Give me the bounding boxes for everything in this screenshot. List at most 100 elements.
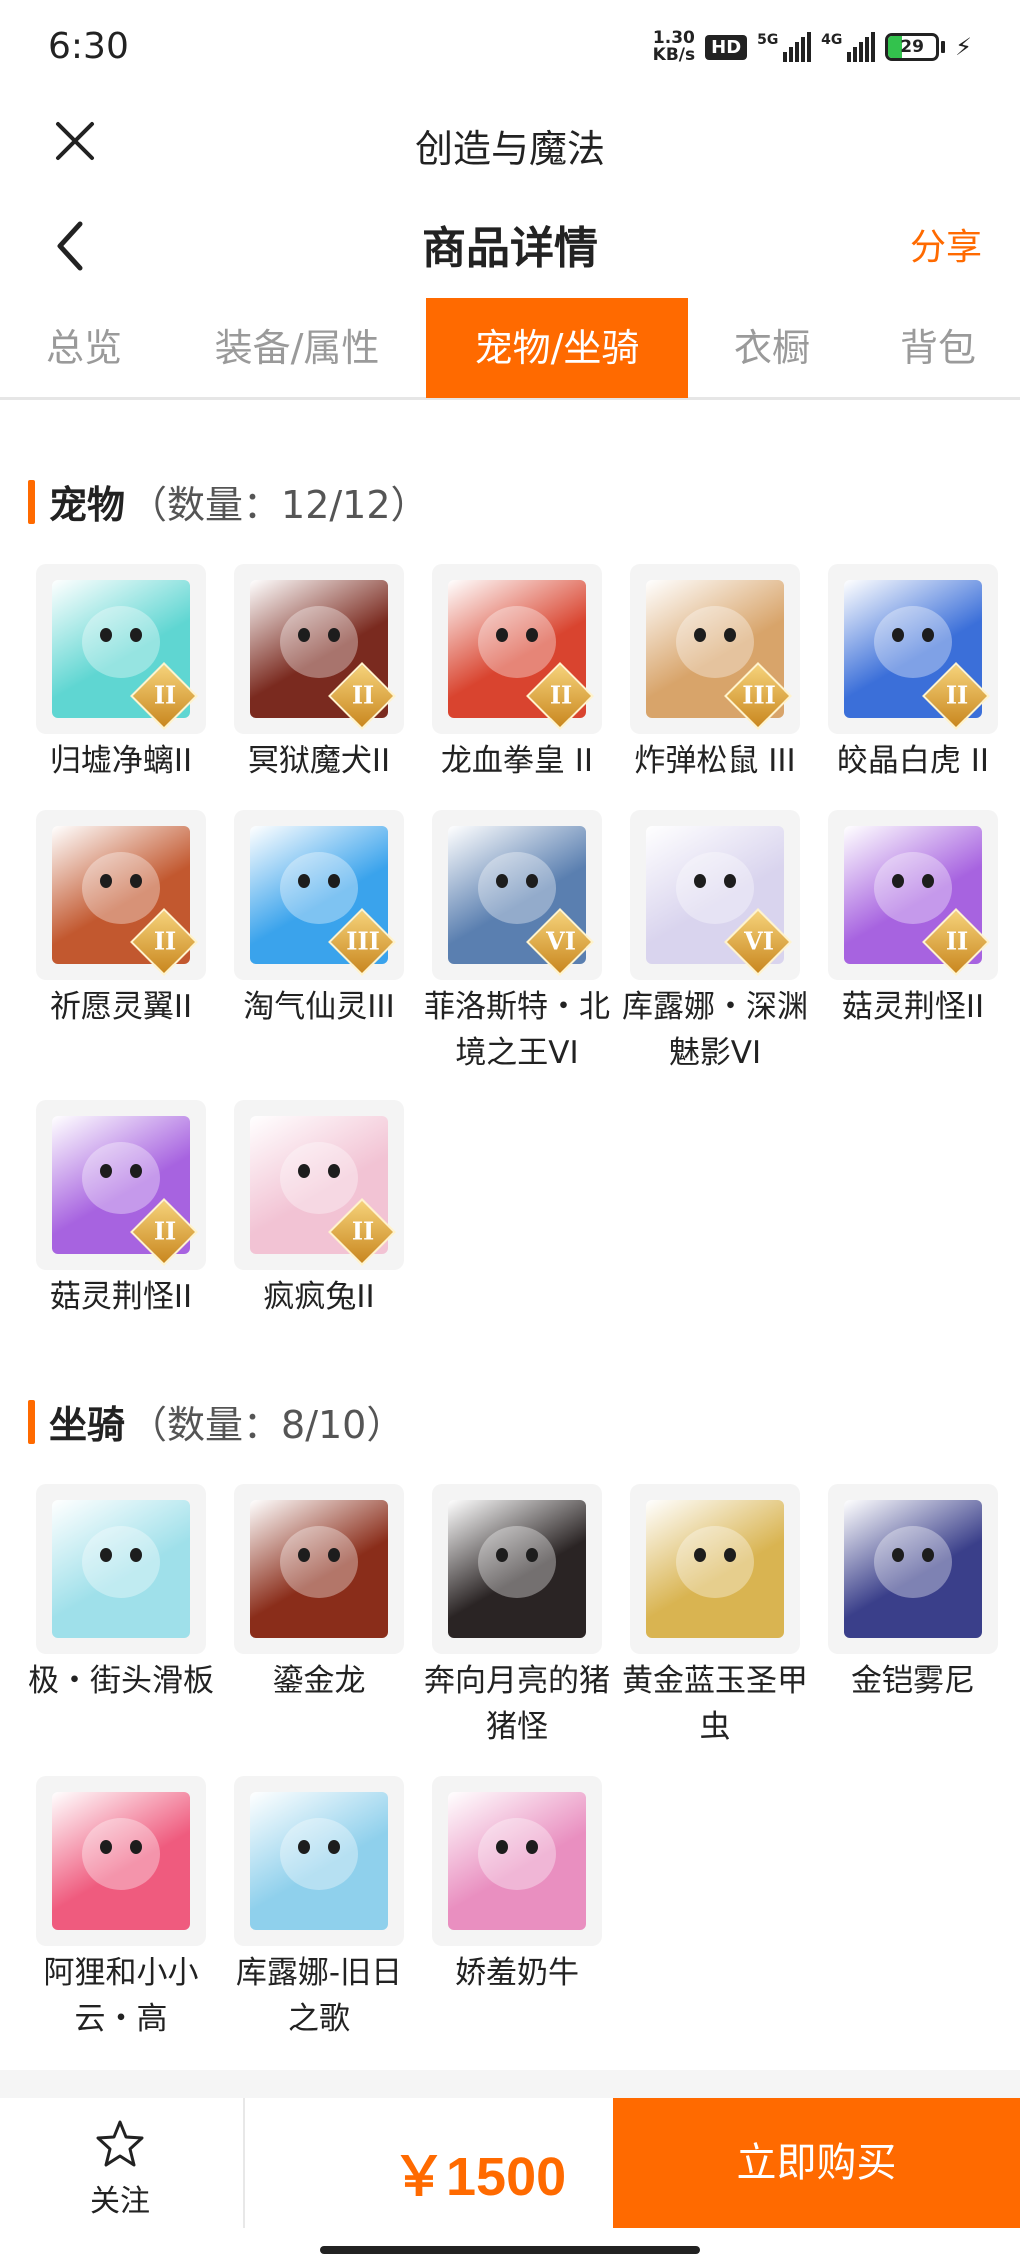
pets-thumbnail: III [234, 810, 404, 980]
character-eye [496, 628, 508, 642]
mounts-thumbnail [36, 1484, 206, 1654]
pets-item[interactable]: II 冥狱魔犬II [220, 564, 418, 784]
mounts-item[interactable]: 极・街头滑板 [22, 1484, 220, 1704]
pets-thumbnail: II [234, 564, 404, 734]
status-time: 6:30 [48, 26, 129, 67]
mounts-item[interactable]: 鎏金龙 [220, 1484, 418, 1704]
character-face [82, 1526, 160, 1598]
mounts-thumbnail [828, 1484, 998, 1654]
pets-name: 库露娜・深渊魅影VI [622, 989, 808, 1071]
pets-item[interactable]: VI 库露娜・深渊魅影VI [616, 810, 814, 1076]
divider [243, 2098, 245, 2228]
share-button[interactable]: 分享 [910, 218, 982, 270]
character-eye [130, 1164, 142, 1178]
charging-icon: ⚡ [955, 33, 972, 61]
character-eye [496, 874, 508, 888]
character-face [676, 1526, 754, 1598]
character-face [874, 606, 952, 678]
character-face [874, 852, 952, 924]
character-eye [130, 874, 142, 888]
pets-thumbnail: II [234, 1100, 404, 1270]
pets-item[interactable]: II 龙血拳皇 II [418, 564, 616, 784]
pets-thumbnail: II [828, 810, 998, 980]
pets-name: 龙血拳皇 II [440, 743, 594, 779]
pets-item[interactable]: II 祈愿灵翼II [22, 810, 220, 1030]
mounts-name: 库露娜-旧日之歌 [235, 1955, 403, 2037]
character-eye [892, 874, 904, 888]
mounts-item[interactable]: 阿狸和小小云・高 [22, 1776, 220, 2042]
follow-button[interactable]: 关注 [60, 2118, 180, 2219]
buy-now-button[interactable]: 立即购买 [613, 2098, 1020, 2228]
home-indicator[interactable] [320, 2246, 700, 2254]
pets-name: 皎晶白虎 II [836, 743, 990, 779]
character-face [280, 606, 358, 678]
mounts-name: 黄金蓝玉圣甲虫 [622, 1663, 808, 1745]
pets-item[interactable]: II 菇灵荆怪II [22, 1100, 220, 1320]
character-eye [298, 1164, 310, 1178]
character-eye [526, 1840, 538, 1854]
battery-percent: 29 [900, 37, 924, 57]
tab-overview[interactable]: 总览 [0, 298, 168, 398]
mounts-name: 奔向月亮的猪猪怪 [424, 1663, 610, 1745]
pets-section-title: 宠物 （数量：12/12） [28, 474, 429, 529]
pets-item[interactable]: II 皎晶白虎 II [814, 564, 1012, 784]
pets-item[interactable]: II 疯疯兔II [220, 1100, 418, 1320]
character-eye [130, 628, 142, 642]
pets-item[interactable]: VI 菲洛斯特・北境之王VI [418, 810, 616, 1076]
character-face [82, 1818, 160, 1890]
character-face [676, 606, 754, 678]
character-face [82, 852, 160, 924]
battery-icon: 29 [885, 33, 946, 61]
tab-equipment[interactable]: 装备/属性 [168, 298, 426, 398]
mounts-item[interactable]: 金铠雾尼 [814, 1484, 1012, 1704]
character-eye [298, 628, 310, 642]
tab-wardrobe[interactable]: 衣橱 [688, 298, 856, 398]
character-eye [328, 628, 340, 642]
character-eye [526, 628, 538, 642]
app-bar: 创造与魔法 [0, 90, 1020, 190]
character-face [478, 1818, 556, 1890]
pets-name: 淘气仙灵III [243, 989, 395, 1025]
character-face [280, 1526, 358, 1598]
mounts-name: 娇羞奶牛 [455, 1955, 579, 1991]
pets-thumbnail: II [36, 810, 206, 980]
character-eye [130, 1548, 142, 1562]
pets-thumbnail: II [828, 564, 998, 734]
pets-name: 疯疯兔II [263, 1279, 375, 1315]
mounts-item[interactable]: 黄金蓝玉圣甲虫 [616, 1484, 814, 1750]
mounts-thumbnail [432, 1484, 602, 1654]
character-eye [526, 1548, 538, 1562]
tab-backpack[interactable]: 背包 [856, 298, 1020, 398]
mounts-thumbnail [234, 1484, 404, 1654]
mounts-item[interactable]: 奔向月亮的猪猪怪 [418, 1484, 616, 1750]
character-face [82, 606, 160, 678]
follow-label: 关注 [90, 2184, 150, 2219]
pets-item[interactable]: II 归墟净螭II [22, 564, 220, 784]
character-eye [100, 1164, 112, 1178]
character-eye [724, 1548, 736, 1562]
character-eye [100, 628, 112, 642]
pets-name: 祈愿灵翼II [49, 989, 193, 1025]
character-eye [298, 874, 310, 888]
mounts-name: 金铠雾尼 [851, 1663, 975, 1699]
character-eye [100, 1548, 112, 1562]
pets-item[interactable]: III 淘气仙灵III [220, 810, 418, 1030]
mounts-thumbnail [432, 1776, 602, 1946]
pets-item[interactable]: III 炸弹松鼠 III [616, 564, 814, 784]
pets-thumbnail: II [36, 1100, 206, 1270]
character-eye [526, 874, 538, 888]
character-eye [892, 628, 904, 642]
character-eye [694, 874, 706, 888]
tab-pets-mounts[interactable]: 宠物/坐骑 [426, 298, 688, 398]
character-eye [328, 874, 340, 888]
pets-item[interactable]: II 菇灵荆怪II [814, 810, 1012, 1030]
character-face [478, 606, 556, 678]
mounts-item[interactable]: 库露娜-旧日之歌 [220, 1776, 418, 2042]
pets-thumbnail: III [630, 564, 800, 734]
pets-name: 菇灵荆怪II [49, 1279, 193, 1315]
pets-thumbnail: VI [432, 810, 602, 980]
app-title: 创造与魔法 [414, 127, 605, 171]
mounts-item[interactable]: 娇羞奶牛 [418, 1776, 616, 1996]
mounts-thumbnail [630, 1484, 800, 1654]
mounts-name: 鎏金龙 [272, 1663, 366, 1699]
